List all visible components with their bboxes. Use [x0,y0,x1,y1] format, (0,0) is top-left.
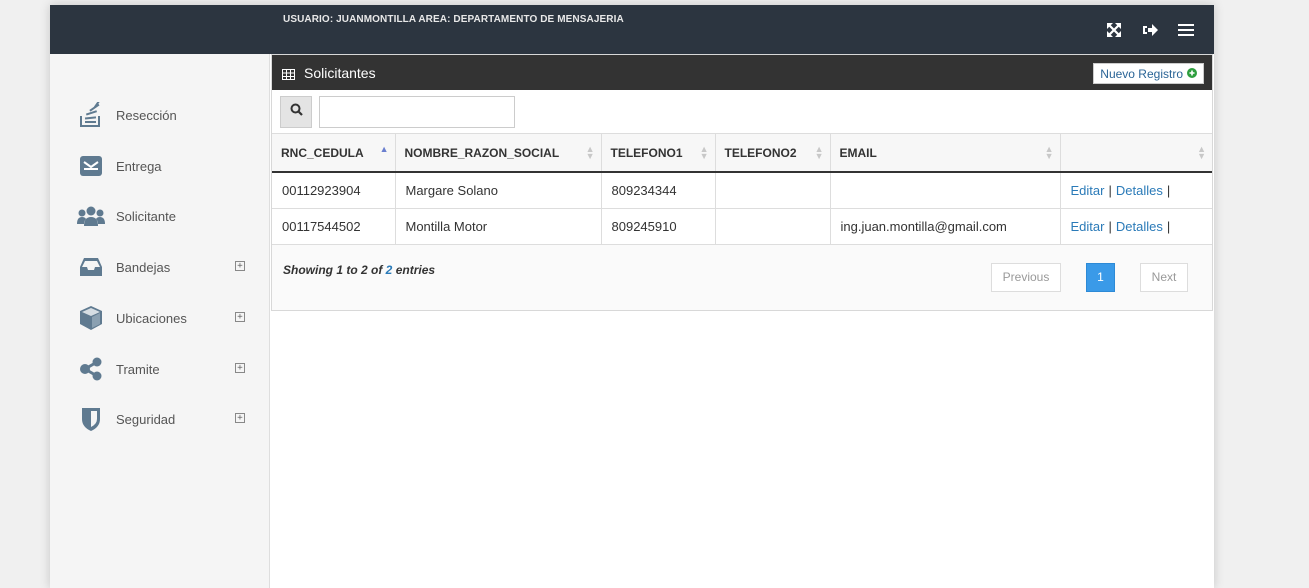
sidebar-item-ubicaciones[interactable]: Ubicaciones + [76,302,256,334]
cell-rnc: 00112923904 [272,172,396,209]
sidebar-item-label: Seguridad [116,411,176,427]
entries-info: Showing 1 to 2 of 2 entries [283,262,436,277]
app-window: USUARIO: JUANMONTILLA AREA: DEPARTAMENTO… [50,5,1214,588]
expand-plus-icon[interactable]: + [235,363,245,373]
expand-plus-icon[interactable]: + [235,312,245,322]
cell-email [830,172,1061,209]
cell-nombre: Montilla Motor [395,208,602,245]
details-link[interactable]: Detalles [1116,219,1163,234]
next-button[interactable]: Next [1140,262,1188,292]
column-header-telefono1[interactable]: TELEFONO1 ▲ ▼ [601,134,716,173]
cell-rnc: 00117544502 [272,208,396,245]
cell-telefono1: 809234344 [601,172,716,209]
sidebar-item-seguridad[interactable]: Seguridad + [76,403,256,435]
page-1-button[interactable]: 1 [1086,262,1115,292]
shield-icon [76,405,106,433]
envelope-icon [76,152,106,180]
column-header-telefono2[interactable]: TELEFONO2 ▲ ▼ [715,134,831,173]
share-icon [76,355,106,383]
expand-plus-icon[interactable]: + [235,261,245,271]
details-link[interactable]: Detalles [1116,183,1163,198]
sidebar-item-label: Bandejas [116,259,171,275]
stack-icon [76,101,106,129]
sidebar-item-tramite[interactable]: Tramite + [76,353,256,385]
separator: | [1108,218,1112,234]
column-header-rnc[interactable]: RNC_CEDULA ▲ [272,134,396,173]
table-header-row: RNC_CEDULA ▲ NOMBRE_RAZON_SOCIAL ▲ ▼ TELEFO… [272,134,1212,173]
solicitantes-panel: Solicitantes Nuevo Registro RNC_CEDULA ▲ … [271,54,1213,311]
separator: | [1108,182,1112,198]
sort-icon[interactable]: ▲ ▼ [586,145,595,161]
sort-icon[interactable]: ▲ ▼ [700,145,709,161]
column-header-email[interactable]: EMAIL ▲ ▼ [830,134,1061,173]
search-button[interactable] [280,96,312,128]
sidebar-item-label: Tramite [116,361,160,377]
panel-header: Solicitantes Nuevo Registro [272,55,1212,90]
solicitantes-table: RNC_CEDULA ▲ NOMBRE_RAZON_SOCIAL ▲ ▼ TELEFO… [272,134,1212,245]
column-header-nombre[interactable]: NOMBRE_RAZON_SOCIAL ▲ ▼ [395,134,602,173]
expand-plus-icon[interactable]: + [235,413,245,423]
inbox-icon [76,253,106,281]
top-bar-icons [1104,21,1195,39]
new-record-button[interactable]: Nuevo Registro [1093,63,1204,84]
sidebar-item-label: Resección [116,107,177,123]
sidebar-item-bandejas[interactable]: Bandejas + [76,251,256,283]
expand-icon[interactable] [1104,21,1123,39]
sidebar-item-reseccion[interactable]: Resección [76,99,256,131]
cell-actions: Editar | Detalles | [1060,172,1212,209]
cell-telefono2 [715,172,831,209]
search-row [272,90,1212,134]
sidebar-item-entrega[interactable]: Entrega [76,150,256,182]
panel-title: Solicitantes [304,65,376,81]
separator: | [1166,182,1171,198]
plus-circle-icon [1187,67,1197,81]
sidebar: Resección Entrega Solicitante Bandejas + [50,54,270,588]
sort-icon[interactable]: ▲ ▼ [815,145,824,161]
cell-nombre: Margare Solano [395,172,602,209]
cell-telefono1: 809245910 [601,208,716,245]
cell-email: ing.juan.montilla@gmail.com [830,208,1061,245]
table-icon [282,67,295,85]
previous-button[interactable]: Previous [991,262,1061,292]
sidebar-item-label: Solicitante [116,208,176,224]
edit-link[interactable]: Editar [1071,183,1105,198]
edit-link[interactable]: Editar [1071,219,1105,234]
logout-icon[interactable] [1140,21,1159,39]
user-info: USUARIO: JUANMONTILLA AREA: DEPARTAMENTO… [283,14,624,25]
sidebar-item-solicitante[interactable]: Solicitante [76,200,256,232]
cell-telefono2 [715,208,831,245]
table-row: 00117544502 Montilla Motor 809245910 ing… [272,208,1212,245]
search-icon [290,103,303,121]
cell-actions: Editar | Detalles | [1060,208,1212,245]
sidebar-item-label: Ubicaciones [116,310,187,326]
sidebar-item-label: Entrega [116,158,162,174]
table-footer: Showing 1 to 2 of 2 entries Previous 1 N… [272,245,1212,311]
sort-asc-icon[interactable]: ▲ [380,145,389,154]
separator: | [1166,218,1171,234]
column-header-actions[interactable]: ▲ ▼ [1060,134,1212,173]
sort-icon[interactable]: ▲ ▼ [1197,145,1206,161]
cube-icon [76,304,106,332]
users-icon [76,202,106,230]
search-input[interactable] [319,96,515,128]
sort-icon[interactable]: ▲ ▼ [1045,145,1054,161]
top-bar: USUARIO: JUANMONTILLA AREA: DEPARTAMENTO… [50,5,1214,54]
table-row: 00112923904 Margare Solano 809234344 Edi… [272,172,1212,209]
menu-icon[interactable] [1176,21,1195,39]
new-record-label: Nuevo Registro [1100,66,1183,81]
